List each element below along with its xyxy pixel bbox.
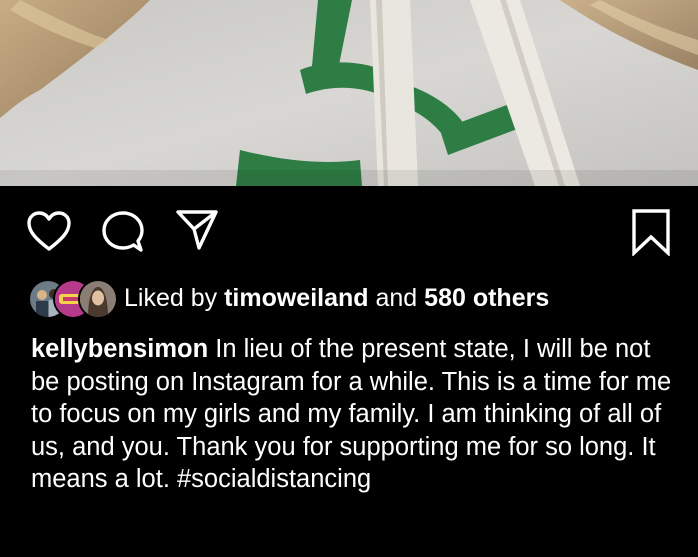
caption-username[interactable]: kellybensimon (31, 335, 208, 363)
post-caption: kellybensimon In lieu of the present sta… (31, 333, 681, 496)
caption-hashtag[interactable]: #socialdistancing (177, 465, 371, 493)
likes-prefix: Liked by (124, 284, 218, 312)
heart-icon[interactable] (26, 210, 72, 252)
bookmark-icon[interactable] (631, 208, 671, 256)
avatar (78, 279, 118, 319)
send-icon[interactable] (175, 208, 219, 252)
comment-icon[interactable] (101, 210, 145, 254)
likes-others-count[interactable]: 580 others (424, 284, 549, 312)
likes-summary: Liked by timoweiland and 580 others (124, 283, 549, 313)
likes-row[interactable]: Liked by timoweiland and 580 others (28, 276, 549, 320)
post-action-bar (0, 186, 698, 272)
liker-username[interactable]: timoweiland (224, 284, 368, 312)
liker-avatars (28, 279, 118, 319)
post-photo[interactable] (0, 0, 698, 186)
likes-connector: and (375, 284, 418, 312)
